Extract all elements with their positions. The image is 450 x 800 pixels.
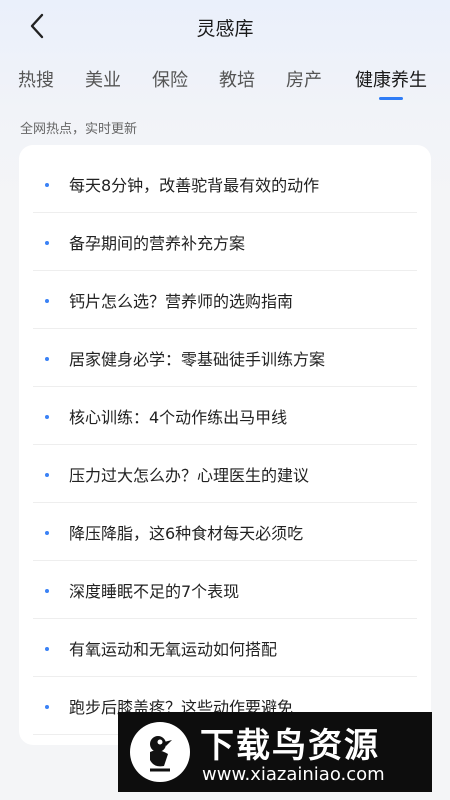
list-item-text: 压力过大怎么办？心理医生的建议 [69, 466, 310, 485]
category-tabs: 热搜 美业 保险 教培 房产 健康养生 [0, 62, 450, 100]
list-item[interactable]: 深度睡眠不足的7个表现 [33, 561, 417, 619]
list-item-text: 深度睡眠不足的7个表现 [69, 582, 240, 601]
list-item[interactable]: 居家健身必学：零基础徒手训练方案 [33, 329, 417, 387]
page-title: 灵感库 [196, 18, 254, 40]
dot-icon [45, 357, 49, 361]
bird-logo-icon [130, 722, 190, 782]
tab-label: 健康养生 [355, 70, 427, 91]
dot-icon [45, 415, 49, 419]
dot-icon [45, 531, 49, 535]
dot-icon [45, 705, 49, 709]
tab-label: 保险 [152, 70, 188, 91]
dot-icon [45, 647, 49, 651]
list-item[interactable]: 备孕期间的营养补充方案 [33, 213, 417, 271]
list-item-text: 备孕期间的营养补充方案 [69, 234, 246, 253]
list-item-text: 降压降脂，这6种食材每天必须吃 [69, 524, 304, 543]
tab-health[interactable]: 健康养生 [355, 66, 427, 100]
section-subtitle: 全网热点，实时更新 [20, 122, 138, 137]
dot-icon [45, 183, 49, 187]
tab-real-estate[interactable]: 房产 [286, 66, 322, 92]
header: 灵感库 [0, 0, 450, 54]
list-item[interactable]: 核心训练：4个动作练出马甲线 [33, 387, 417, 445]
list-item[interactable]: 有氧运动和无氧运动如何搭配 [33, 619, 417, 677]
active-tab-indicator [379, 97, 403, 100]
list-item[interactable]: 压力过大怎么办？心理医生的建议 [33, 445, 417, 503]
watermark-banner: 下载鸟资源 www.xiazainiao.com [118, 712, 432, 792]
tab-education[interactable]: 教培 [219, 66, 255, 92]
bird-icon [150, 736, 172, 772]
dot-icon [45, 241, 49, 245]
tab-label: 热搜 [18, 70, 54, 91]
tab-label: 房产 [286, 70, 322, 91]
list-item-text: 居家健身必学：零基础徒手训练方案 [69, 350, 326, 369]
dot-icon [45, 299, 49, 303]
tab-hot-search[interactable]: 热搜 [18, 66, 54, 92]
list-item[interactable]: 降压降脂，这6种食材每天必须吃 [33, 503, 417, 561]
list-item-text: 每天8分钟，改善驼背最有效的动作 [69, 176, 320, 195]
list-item[interactable]: 钙片怎么选？营养师的选购指南 [33, 271, 417, 329]
list-item-text: 核心训练：4个动作练出马甲线 [69, 408, 288, 427]
watermark-title: 下载鸟资源 [200, 726, 380, 766]
list-item-text: 有氧运动和无氧运动如何搭配 [69, 640, 278, 659]
dot-icon [45, 589, 49, 593]
topic-list-card: 每天8分钟，改善驼背最有效的动作 备孕期间的营养补充方案 钙片怎么选？营养师的选… [19, 145, 431, 745]
watermark-url: www.xiazainiao.com [202, 764, 385, 785]
list-item-text: 钙片怎么选？营养师的选购指南 [69, 292, 294, 311]
tab-insurance[interactable]: 保险 [152, 66, 188, 92]
tab-label: 美业 [85, 70, 121, 91]
tab-beauty[interactable]: 美业 [85, 66, 121, 92]
dot-icon [45, 473, 49, 477]
list-item[interactable]: 每天8分钟，改善驼背最有效的动作 [33, 155, 417, 213]
tab-label: 教培 [219, 70, 255, 91]
